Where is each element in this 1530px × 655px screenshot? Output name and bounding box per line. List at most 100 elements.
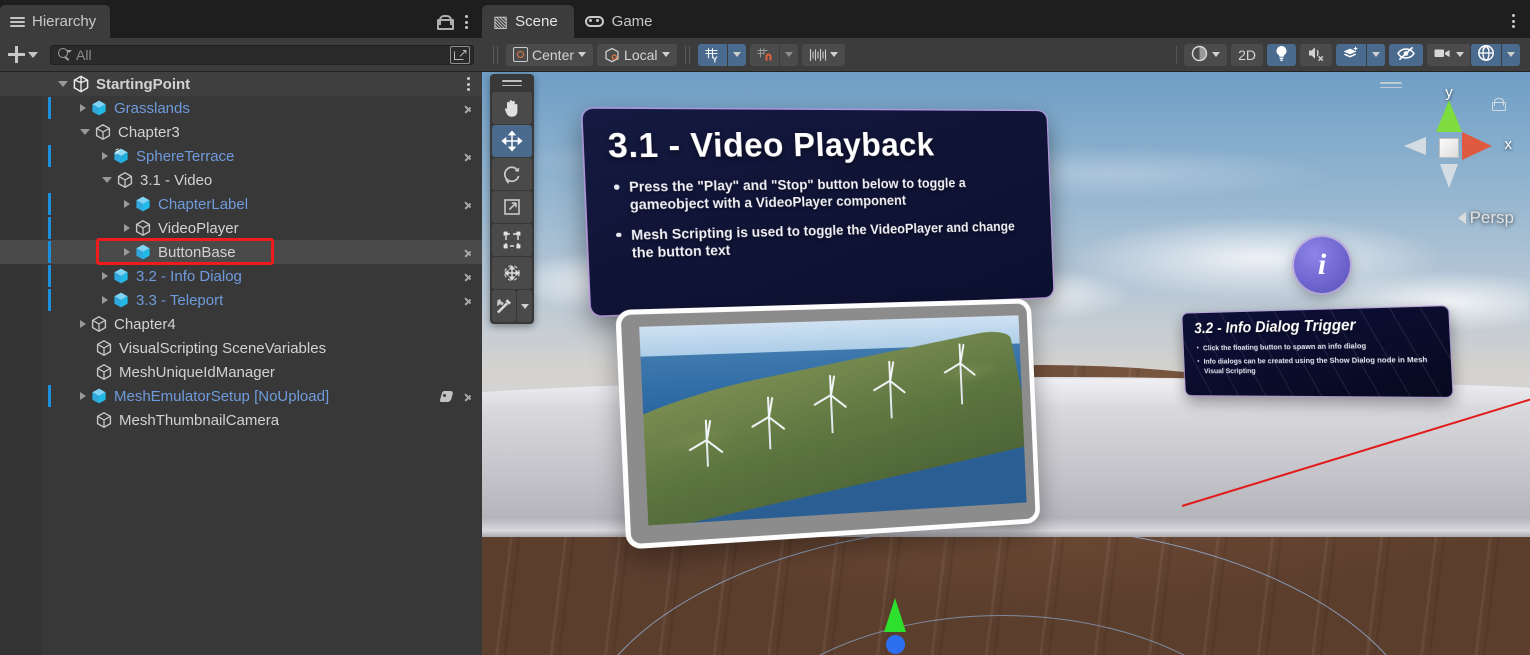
effects-toggle-button[interactable] [1336, 44, 1366, 66]
add-gameobject-button[interactable] [6, 44, 40, 65]
hidden-objects-toggle-button[interactable] [1389, 44, 1423, 66]
audio-toggle-button[interactable] [1300, 44, 1332, 66]
scale-tool[interactable] [492, 191, 532, 223]
grid-visibility-button[interactable]: Y [698, 44, 727, 66]
hierarchy-search[interactable] [50, 45, 474, 65]
hierarchy-row[interactable]: StartingPoint [0, 72, 482, 96]
disclosure-open-icon[interactable] [80, 129, 90, 135]
scene-viewport[interactable]: 3.1 - Video Playback Press the "Play" an… [482, 72, 1530, 655]
hierarchy-row[interactable]: 3.1 - Video [0, 168, 482, 192]
grid-snap-button[interactable] [750, 44, 779, 66]
rotate-tool[interactable] [492, 158, 532, 190]
open-prefab-chevron-icon[interactable] [464, 269, 473, 283]
grid-visibility-dropdown[interactable] [728, 44, 746, 66]
row-actions [464, 149, 482, 163]
toolbar-divider [493, 46, 498, 64]
unity-editor-window: Hierarchy StartingPointGrasslands Chapter… [0, 0, 1530, 655]
caret-down-icon [733, 52, 741, 57]
tag-icon[interactable] [441, 390, 455, 403]
open-prefab-chevron-icon[interactable] [464, 149, 473, 163]
tab-game-label: Game [612, 13, 653, 30]
open-prefab-chevron-icon[interactable] [464, 389, 473, 403]
grid-snap-dropdown[interactable] [780, 44, 798, 66]
hierarchy-row-label: VisualScripting SceneVariables [119, 340, 326, 357]
disclosure-closed-icon[interactable] [124, 200, 130, 208]
projection-mode-label[interactable]: Persp [1458, 208, 1514, 228]
disclosure-closed-icon[interactable] [124, 248, 130, 256]
gizmo-x-cone[interactable] [1462, 132, 1492, 160]
hierarchy-row[interactable]: SphereTerrace [0, 144, 482, 168]
effects-dropdown[interactable] [1367, 44, 1385, 66]
gizmo-negative-y[interactable] [1440, 164, 1458, 188]
disclosure-closed-icon[interactable] [102, 296, 108, 304]
handle-space-button[interactable]: Local [597, 44, 676, 66]
search-input[interactable] [76, 47, 450, 63]
custom-tools[interactable] [492, 290, 516, 322]
hierarchy-row[interactable]: Grasslands [0, 96, 482, 120]
panel-video-playback-bullets: Press the "Play" and "Stop" button below… [609, 174, 1034, 262]
gizmo-center-cube[interactable] [1439, 138, 1459, 158]
lighting-toggle-button[interactable] [1267, 44, 1296, 66]
disclosure-closed-icon[interactable] [80, 392, 86, 400]
scene-tabstrip: ▧ Scene Game [482, 0, 1530, 38]
hierarchy-row[interactable]: 3.3 - Teleport [0, 288, 482, 312]
info-sphere[interactable]: i [1294, 237, 1350, 293]
move-gizmo[interactable] [874, 584, 914, 654]
hierarchy-row-label: Chapter3 [118, 124, 180, 141]
hierarchy-row[interactable]: VideoPlayer [0, 216, 482, 240]
toggle-2d-button[interactable]: 2D [1231, 44, 1263, 66]
open-prefab-chevron-icon[interactable] [464, 197, 473, 211]
disclosure-closed-icon[interactable] [80, 320, 86, 328]
transform-tool[interactable] [492, 257, 532, 289]
gizmo-y-axis[interactable] [884, 598, 906, 632]
kebab-menu-icon[interactable] [462, 13, 471, 31]
hierarchy-row[interactable]: MeshUniqueIdManager [0, 360, 482, 384]
hierarchy-row[interactable]: Chapter3 [0, 120, 482, 144]
hierarchy-row-label: 3.3 - Teleport [136, 292, 223, 309]
hierarchy-row[interactable]: ChapterLabel [0, 192, 482, 216]
tools-overlay-grip[interactable] [490, 74, 534, 92]
pivot-mode-button[interactable]: Center [506, 44, 593, 66]
gizmo-y-cone[interactable] [1436, 100, 1462, 132]
snap-increment-button[interactable] [802, 44, 845, 66]
rect-tool[interactable] [492, 224, 532, 256]
gizmo-negative-x[interactable] [1404, 137, 1426, 155]
list-icon [10, 17, 25, 27]
caret-down-icon [1456, 52, 1464, 57]
kebab-menu-icon[interactable] [464, 75, 473, 93]
gizmos-toggle-button[interactable] [1471, 44, 1501, 66]
disclosure-open-icon[interactable] [58, 81, 68, 87]
disclosure-closed-icon[interactable] [124, 224, 130, 232]
view-orientation-gizmo[interactable]: y x [1388, 86, 1510, 206]
open-prefab-chevron-icon[interactable] [464, 293, 473, 307]
tab-scene[interactable]: ▧ Scene [482, 5, 574, 38]
hierarchy-row[interactable]: Chapter4 [0, 312, 482, 336]
tab-hierarchy[interactable]: Hierarchy [0, 5, 110, 38]
disclosure-open-icon[interactable] [102, 177, 112, 183]
shading-mode-button[interactable] [1184, 44, 1227, 66]
move-tool[interactable] [492, 125, 532, 157]
row-actions [464, 197, 482, 211]
disclosure-closed-icon[interactable] [102, 272, 108, 280]
custom-tools-dropdown[interactable] [517, 290, 532, 322]
caret-down-icon [28, 52, 38, 58]
disclosure-closed-icon[interactable] [80, 104, 86, 112]
tab-game[interactable]: Game [574, 5, 669, 38]
gizmos-dropdown[interactable] [1502, 44, 1520, 66]
hierarchy-row[interactable]: ButtonBase [0, 240, 482, 264]
kebab-menu-icon[interactable] [1509, 12, 1518, 30]
hierarchy-row[interactable]: MeshThumbnailCamera [0, 408, 482, 432]
scene-camera-button[interactable] [1427, 44, 1470, 66]
lock-icon[interactable] [437, 15, 450, 30]
hierarchy-row[interactable]: VisualScripting SceneVariables [0, 336, 482, 360]
hierarchy-row-label: MeshThumbnailCamera [119, 412, 279, 429]
hierarchy-tree[interactable]: StartingPointGrasslands Chapter3 SphereTer… [0, 72, 482, 655]
open-prefab-chevron-icon[interactable] [464, 245, 473, 259]
pivot-mode-label: Center [532, 47, 574, 63]
hierarchy-row[interactable]: MeshEmulatorSetup [NoUpload] [0, 384, 482, 408]
disclosure-closed-icon[interactable] [102, 152, 108, 160]
hierarchy-row[interactable]: 3.2 - Info Dialog [0, 264, 482, 288]
hand-tool[interactable] [492, 92, 532, 124]
open-prefab-chevron-icon[interactable] [464, 101, 473, 115]
expand-window-icon[interactable] [450, 46, 470, 64]
